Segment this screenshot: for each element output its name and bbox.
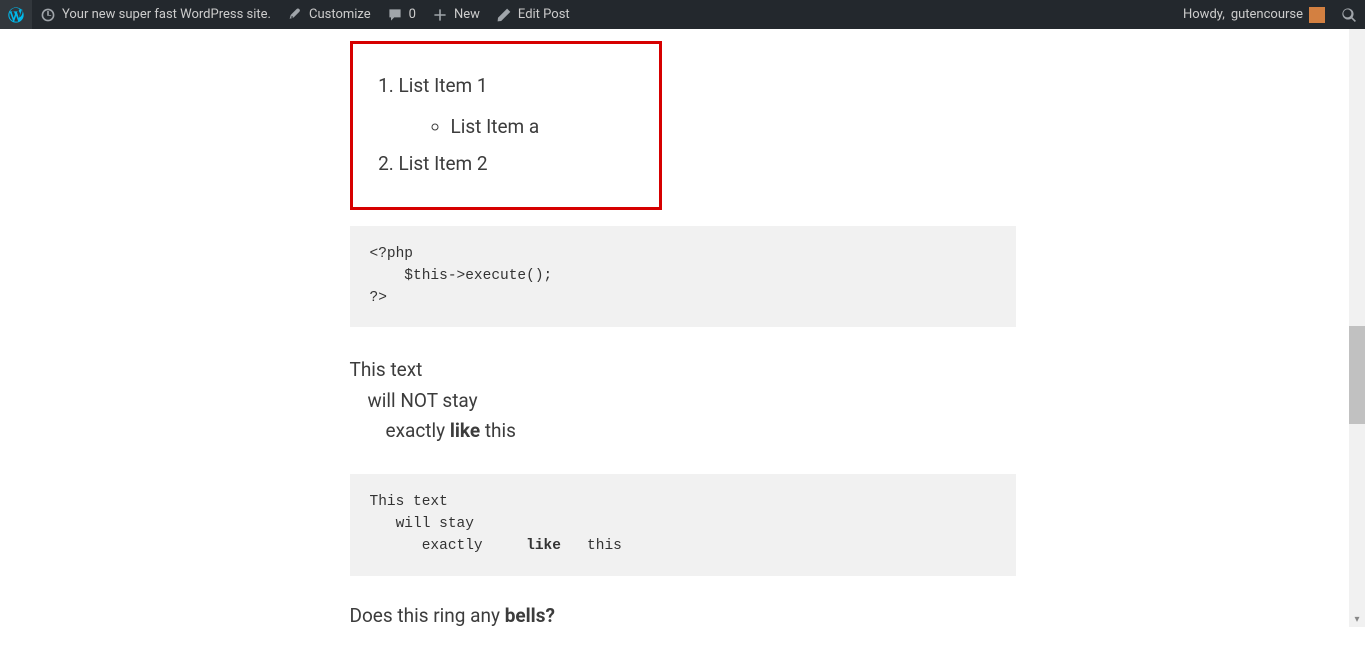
list-item-text: List Item 2 (399, 152, 488, 175)
highlighted-list-box: List Item 1 List Item a List Item 2 (350, 41, 662, 210)
para-line: exactly like this (350, 416, 1016, 446)
site-name-menu[interactable]: Your new super fast WordPress site. (32, 0, 279, 29)
new-content-link[interactable]: New (424, 0, 488, 29)
php-code-block: <?php $this->execute(); ?> (350, 226, 1016, 327)
nested-list: List Item a (399, 115, 635, 138)
list-item: List Item 2 (399, 152, 635, 175)
list-item: List Item 1 List Item a (399, 74, 635, 138)
edit-post-link[interactable]: Edit Post (488, 0, 578, 29)
para-text: this (485, 419, 516, 442)
scrollbar-thumb[interactable] (1349, 326, 1365, 424)
site-title-text: Your new super fast WordPress site. (62, 7, 271, 22)
bold-text: like (526, 538, 561, 554)
brush-icon (287, 7, 303, 23)
search-icon (1341, 7, 1357, 23)
customize-text: Customize (309, 7, 371, 22)
final-paragraph: Does this ring any bells? (350, 604, 1016, 627)
comment-count: 0 (409, 7, 416, 22)
list-item-text: List Item 1 (399, 74, 488, 97)
pencil-icon (496, 7, 512, 23)
new-text: New (454, 7, 480, 22)
customize-link[interactable]: Customize (279, 0, 379, 29)
scroll-down-arrow[interactable]: ▾ (1349, 611, 1365, 627)
ordered-list: List Item 1 List Item a List Item 2 (377, 74, 635, 175)
collapsed-whitespace-paragraph: This text will NOT stay exactly like thi… (350, 355, 1016, 446)
edit-post-text: Edit Post (518, 7, 570, 22)
list-item-text: List Item a (451, 115, 540, 138)
user-name: gutencourse (1231, 7, 1303, 22)
howdy-prefix: Howdy, (1183, 7, 1225, 22)
admin-bar-right: Howdy, gutencourse (1175, 0, 1365, 29)
bold-text: bells? (505, 604, 555, 627)
admin-bar-left: Your new super fast WordPress site. Cust… (0, 0, 578, 29)
pre-text: This text will stay exactly (370, 494, 527, 554)
avatar (1309, 7, 1325, 23)
wp-admin-bar: Your new super fast WordPress site. Cust… (0, 0, 1365, 29)
page-content: List Item 1 List Item a List Item 2 <?ph… (0, 29, 1365, 627)
post-body: List Item 1 List Item a List Item 2 <?ph… (350, 29, 1016, 627)
para-text: exactly (386, 419, 450, 442)
comment-icon (387, 7, 403, 23)
para-line: will NOT stay (350, 386, 1016, 416)
user-account-menu[interactable]: Howdy, gutencourse (1175, 0, 1333, 29)
plus-icon (432, 7, 448, 23)
list-item: List Item a (451, 115, 635, 138)
preformatted-block: This text will stay exactly like this (350, 474, 1016, 575)
para-text: Does this ring any (350, 604, 505, 627)
comments-link[interactable]: 0 (379, 0, 424, 29)
dashboard-icon (40, 7, 56, 23)
search-toggle[interactable] (1333, 0, 1365, 29)
para-line: This text (350, 358, 423, 381)
wp-logo-menu[interactable] (0, 0, 32, 29)
bold-text: like (450, 419, 480, 442)
pre-text: this (561, 538, 622, 554)
vertical-scrollbar[interactable]: ▴ ▾ (1349, 0, 1365, 627)
wordpress-icon (8, 7, 24, 23)
